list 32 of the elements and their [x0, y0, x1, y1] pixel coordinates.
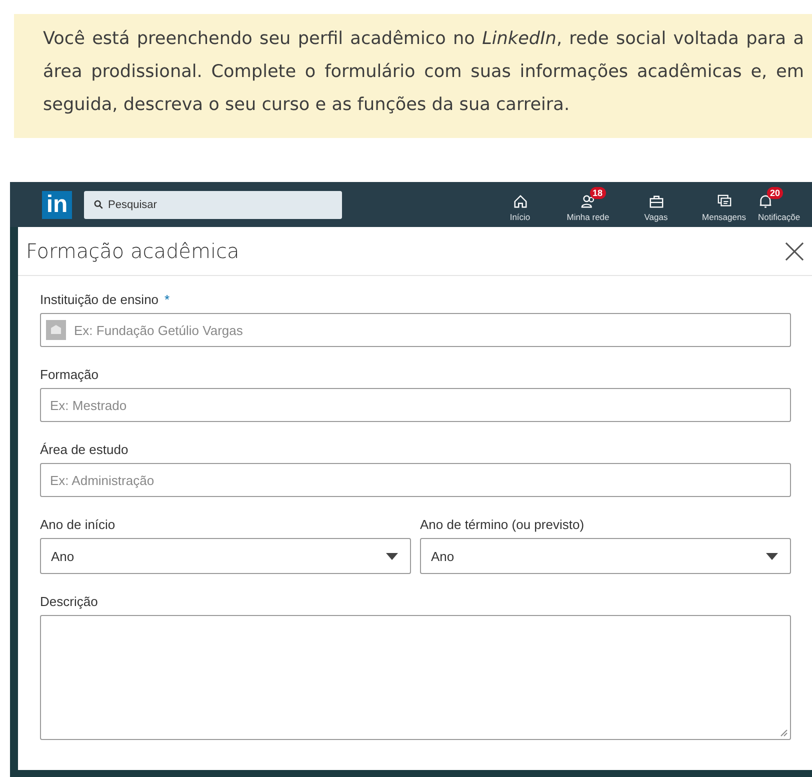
field-label: Ano de início	[40, 517, 116, 532]
input-field[interactable]: Ex: Fundação Getúlio Vargas	[40, 313, 791, 347]
modal-title: Formação acadêmica	[26, 239, 240, 263]
field-label: Formação	[40, 367, 99, 382]
input-field[interactable]: Ex: Administração	[40, 463, 791, 497]
count-badge: 20	[767, 187, 784, 199]
close-icon[interactable]	[785, 242, 804, 260]
field-label: Descrição	[40, 594, 98, 609]
caret-icon	[386, 552, 398, 560]
home-icon	[512, 194, 528, 209]
logo[interactable]: in	[42, 190, 72, 218]
field-label: Instituição de ensino	[40, 292, 159, 307]
field-label: Ano de término (ou previsto)	[420, 517, 584, 532]
count-badge: 18	[590, 187, 606, 199]
nav-tab[interactable]: 20 Notificaçõe	[758, 187, 812, 222]
required-mark: *	[164, 292, 170, 307]
dropdown[interactable]: Ano	[420, 538, 791, 574]
nav-tab[interactable]: 18 Minha rede	[554, 187, 622, 222]
dropdown[interactable]: Ano	[40, 538, 411, 574]
chat-icon	[716, 194, 732, 209]
nav-tab[interactable]: Vagas	[622, 187, 690, 222]
caret-icon	[766, 552, 778, 560]
search-icon	[94, 200, 103, 209]
bell-icon	[758, 194, 773, 209]
input-field[interactable]: Ex: Mestrado	[40, 388, 791, 422]
resize-grip-icon	[780, 729, 788, 737]
search-field[interactable]: Pesquisar	[84, 190, 342, 218]
instruction-text: Você está preenchendo seu perfil acadêmico no LinkedIn, rede social voltada para a área prodissional. Complete o formulário com suas informações acadêmicas e, em seguida, descreva o seu curso e as funções da sua carreira.	[43, 28, 804, 117]
briefcase-icon	[648, 194, 664, 209]
nav-tab[interactable]: Início	[486, 187, 554, 222]
nav-tab[interactable]: Mensagens	[690, 187, 758, 222]
field-label: Área de estudo	[40, 442, 128, 457]
